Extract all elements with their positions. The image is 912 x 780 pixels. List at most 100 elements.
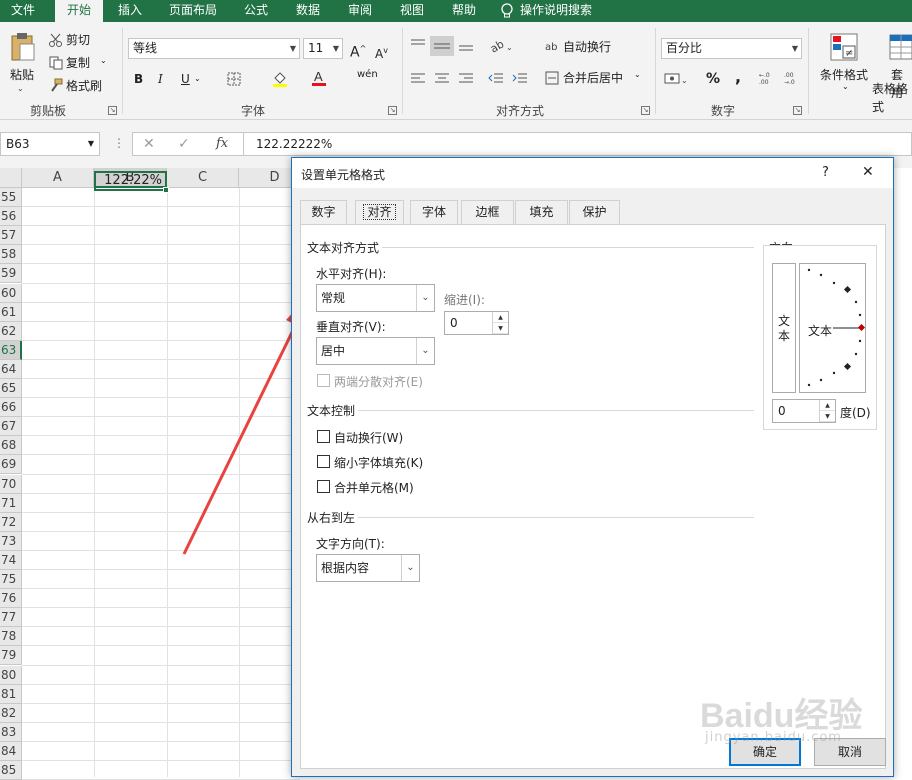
shrink-to-fit-checkbox[interactable] [317, 455, 330, 468]
row-header[interactable]: 76 [0, 589, 22, 609]
chevron-down-icon[interactable]: ⌄ [17, 84, 24, 93]
row-header[interactable]: 64 [0, 359, 22, 379]
align-left-icon[interactable] [410, 72, 426, 87]
phonetic-button[interactable]: wén [357, 66, 378, 84]
format-painter-button[interactable]: 格式刷 [66, 77, 102, 95]
fill-color-icon[interactable] [272, 70, 288, 91]
wrap-text-button[interactable]: 自动换行 [563, 38, 611, 56]
vertical-align-select[interactable]: 居中 ⌄ [316, 337, 435, 365]
font-size-select[interactable]: 11 ▼ [303, 38, 343, 59]
clipboard-launcher-icon[interactable]: ↘ [108, 106, 117, 115]
decrease-indent-icon[interactable] [488, 72, 504, 87]
row-header[interactable]: 82 [0, 703, 22, 723]
row-header[interactable]: 75 [0, 570, 22, 589]
tab-fill[interactable]: 填充 [515, 200, 568, 224]
row-header[interactable]: 65 [0, 379, 22, 398]
font-launcher-icon[interactable]: ↘ [388, 106, 397, 115]
row-header[interactable]: 66 [0, 398, 22, 418]
text-direction-select[interactable]: 根据内容 ⌄ [316, 554, 420, 582]
column-header-a[interactable]: A [22, 168, 94, 188]
row-header[interactable]: 62 [0, 321, 22, 341]
tab-font[interactable]: 字体 [410, 200, 458, 224]
accounting-format-icon[interactable]: ⌄ [664, 72, 688, 89]
tab-insert[interactable]: 插入 [108, 0, 152, 22]
chevron-down-icon[interactable]: ⌄ [194, 74, 201, 83]
alignment-launcher-icon[interactable]: ↘ [641, 106, 650, 115]
row-header[interactable]: 73 [0, 531, 22, 551]
fill-handle[interactable] [163, 187, 169, 193]
tab-file[interactable]: 文件 [0, 0, 46, 22]
align-top-icon[interactable] [410, 38, 426, 55]
merge-center-button[interactable]: 合并后居中 [563, 69, 623, 87]
formula-input[interactable]: 122.22222% [244, 132, 912, 156]
row-header[interactable]: 84 [0, 741, 22, 761]
tab-review[interactable]: 审阅 [338, 0, 382, 22]
indent-spinner[interactable]: 0 ▲ ▼ [444, 311, 509, 335]
tell-me-search[interactable]: 操作说明搜索 [520, 0, 610, 22]
underline-button[interactable]: U [181, 70, 190, 88]
help-button[interactable]: ? [822, 165, 829, 180]
chevron-down-icon[interactable]: ⌄ [416, 285, 434, 311]
tab-protection[interactable]: 保护 [569, 200, 620, 224]
row-header[interactable]: 85 [0, 761, 22, 780]
align-bottom-icon[interactable] [458, 38, 474, 55]
row-header[interactable]: 78 [0, 627, 22, 647]
align-center-icon[interactable] [434, 72, 450, 87]
border-icon[interactable] [227, 72, 241, 89]
tab-number[interactable]: 数字 [300, 200, 347, 224]
copy-button[interactable]: 复制 [66, 54, 90, 72]
tab-view[interactable]: 视图 [390, 0, 434, 22]
close-icon[interactable]: ✕ [862, 164, 874, 180]
paste-icon[interactable] [10, 32, 36, 62]
row-header[interactable]: 61 [0, 302, 22, 322]
row-header[interactable]: 56 [0, 207, 22, 227]
row-header[interactable]: 69 [0, 455, 22, 475]
increase-indent-icon[interactable] [512, 72, 528, 87]
select-all-corner[interactable] [0, 168, 22, 188]
merge-cells-checkbox[interactable] [317, 480, 330, 493]
font-color-icon[interactable]: A [311, 69, 327, 90]
distributed-checkbox[interactable] [317, 374, 330, 387]
font-name-select[interactable]: 等线 ▼ [128, 38, 300, 59]
chevron-down-icon[interactable]: ⌄ [401, 555, 419, 581]
format-table-icon[interactable] [889, 34, 912, 65]
wrap-text-checkbox[interactable] [317, 430, 330, 443]
selected-cell-b63[interactable]: 122.22% [94, 171, 169, 193]
tab-help[interactable]: 帮助 [442, 0, 486, 22]
orientation-icon[interactable]: ab ⌄ [488, 37, 515, 57]
comma-button[interactable]: , [735, 68, 741, 86]
formula-bar-drag-handle[interactable]: ⋮ [113, 136, 125, 150]
increase-decimal-icon[interactable]: ←.0.00 [759, 71, 777, 88]
tab-border[interactable]: 边框 [461, 200, 514, 224]
row-header[interactable]: 58 [0, 245, 22, 265]
italic-button[interactable]: I [158, 70, 163, 88]
row-header[interactable]: 68 [0, 436, 22, 456]
tab-formulas[interactable]: 公式 [234, 0, 278, 22]
row-header[interactable]: 55 [0, 188, 22, 207]
conditional-format-icon[interactable]: ≠ [829, 32, 859, 65]
chevron-down-icon[interactable]: ⌄ [100, 56, 107, 65]
tab-alignment[interactable]: 对齐 [355, 200, 404, 224]
confirm-formula-icon[interactable]: ✓ [178, 136, 190, 152]
align-right-icon[interactable] [458, 72, 474, 87]
row-header[interactable]: 74 [0, 550, 22, 570]
row-header[interactable]: 81 [0, 684, 22, 704]
decrease-decimal-icon[interactable]: .00 →.0 [784, 71, 802, 88]
chevron-down-icon[interactable]: ⌄ [842, 82, 849, 91]
row-header[interactable]: 57 [0, 226, 22, 246]
tab-data[interactable]: 数据 [286, 0, 330, 22]
row-header[interactable]: 80 [0, 665, 22, 685]
vertical-text-button[interactable]: 文本 [772, 263, 796, 393]
horizontal-align-select[interactable]: 常规 ⌄ [316, 284, 435, 312]
decrease-font-button[interactable]: Av [375, 42, 388, 63]
cancel-formula-icon[interactable]: ✕ [143, 136, 155, 152]
row-header[interactable]: 79 [0, 646, 22, 666]
row-header[interactable]: 72 [0, 512, 22, 532]
row-header[interactable]: 63 [0, 340, 22, 360]
chevron-down-icon[interactable]: ⌄ [416, 338, 434, 364]
insert-function-button[interactable]: fx [216, 136, 228, 151]
row-header[interactable]: 67 [0, 417, 22, 437]
chevron-down-icon[interactable]: ⌄ [634, 70, 641, 79]
row-header[interactable]: 60 [0, 283, 22, 303]
tab-page-layout[interactable]: 页面布局 [160, 0, 226, 22]
